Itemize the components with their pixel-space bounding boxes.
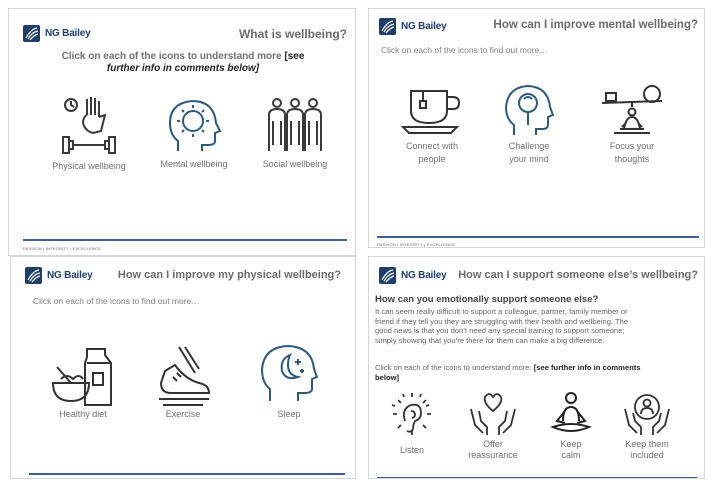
physical-wellbeing-item[interactable]: Physical wellbeing xyxy=(41,95,137,172)
dumbbell-hand-icon xyxy=(62,97,116,154)
item-label: Exercise xyxy=(165,409,201,419)
footer-rule xyxy=(377,477,697,478)
intro-bold-2: further info in comments below] xyxy=(106,63,260,74)
healthy-diet-item[interactable]: Healthy diet xyxy=(41,343,125,420)
item-label-line2: included xyxy=(630,450,664,460)
ng-bailey-logo: NG Bailey xyxy=(23,25,91,42)
mental-wellbeing-item[interactable]: Mental wellbeing xyxy=(149,95,239,170)
slide-intro: Click on each of the icons to find out m… xyxy=(381,45,548,55)
support-paragraph: It can seem really difficult to support … xyxy=(375,307,701,345)
offer-reassurance-item[interactable]: Offer reassurance xyxy=(457,391,529,461)
click-text: Click on each of the icons to understand… xyxy=(375,363,534,372)
support-heading: How can you emotionally support someone … xyxy=(375,294,599,305)
slide-intro: Click on each of the icons to understand… xyxy=(9,51,355,75)
keep-them-included-item[interactable]: Keep them included xyxy=(611,391,683,461)
ng-bailey-logo: NG Bailey xyxy=(379,267,447,284)
logo-mark-icon xyxy=(25,267,42,284)
slide-title: What is wellbeing? xyxy=(238,27,347,41)
footer-rule xyxy=(377,236,699,238)
logo-mark-icon xyxy=(379,267,396,284)
para-line: simply showing that you’re there for the… xyxy=(375,335,605,345)
slide-title: How can I improve my physical wellbeing? xyxy=(117,269,341,281)
item-label: Physical wellbeing xyxy=(52,161,126,171)
footer-rule xyxy=(23,239,347,241)
logo-mark-icon xyxy=(23,25,40,42)
connect-with-people-item[interactable]: Connect with people xyxy=(391,85,473,165)
item-label-line1: Offer xyxy=(483,439,503,449)
ng-bailey-logo: NG Bailey xyxy=(379,18,447,35)
click-bold: [see further info in comments xyxy=(533,363,641,372)
para-line: good news is that you don’t need any spe… xyxy=(375,326,625,336)
item-label: Social wellbeing xyxy=(262,159,328,169)
footer-tagline: PASSION | INTEGRITY | EXCELLENCE xyxy=(377,242,456,247)
exercise-item[interactable]: Exercise xyxy=(143,343,223,420)
ng-bailey-logo: NG Bailey xyxy=(25,267,93,284)
logo-mark-icon xyxy=(379,18,396,35)
item-label: Mental wellbeing xyxy=(160,159,228,169)
slide-what-is-wellbeing: NG Bailey What is wellbeing? Click on ea… xyxy=(8,8,356,256)
para-line: It can seem really difficult to support … xyxy=(375,307,628,316)
footer-rule xyxy=(29,473,345,475)
challenge-your-mind-item[interactable]: Challenge your mind xyxy=(493,83,565,165)
head-sun-icon xyxy=(168,99,222,151)
item-label-line1: Focus your xyxy=(609,141,655,151)
running-shoe-icon xyxy=(159,346,211,406)
item-label-line2: thoughts xyxy=(614,154,650,164)
head-moon-icon xyxy=(260,344,318,401)
head-magnifier-icon xyxy=(504,84,554,135)
tea-cup-icon xyxy=(401,90,461,134)
item-label-line2: your mind xyxy=(509,154,549,164)
meditating-person-icon xyxy=(550,392,592,432)
item-label-line2: reassurance xyxy=(468,450,518,460)
sleep-item[interactable]: Sleep xyxy=(253,343,325,420)
slide-title: How can I improve mental wellbeing? xyxy=(493,19,698,31)
keep-calm-item[interactable]: Keep calm xyxy=(541,391,601,461)
item-label-line2: people xyxy=(418,154,446,164)
hands-person-icon xyxy=(624,394,670,435)
logo-text: NG Bailey xyxy=(401,21,447,32)
item-label-line2: calm xyxy=(561,450,581,460)
slide-intro: Click on each of the icons to find out m… xyxy=(33,296,200,306)
slide-support-someone-else: NG Bailey How can I support someone else… xyxy=(368,256,705,479)
milk-bowl-icon xyxy=(51,348,112,406)
logo-text: NG Bailey xyxy=(47,270,93,281)
people-group-icon xyxy=(268,98,322,151)
slide-improve-physical-wellbeing: NG Bailey How can I improve my physical … xyxy=(10,256,356,479)
item-label-line1: Keep xyxy=(560,439,582,449)
para-line: friend if they tell you they are struggl… xyxy=(375,316,629,326)
footer-tagline: PASSION | INTEGRITY | EXCELLENCE xyxy=(23,246,102,251)
intro-text: Click on each of the icons to understand… xyxy=(61,51,285,62)
slide-title: How can I support someone else’s wellbei… xyxy=(458,269,698,281)
slide-improve-mental-wellbeing: NG Bailey How can I improve mental wellb… xyxy=(368,8,705,248)
hands-heart-icon xyxy=(470,393,516,435)
social-wellbeing-item[interactable]: Social wellbeing xyxy=(247,95,343,170)
item-label-line1: Connect with xyxy=(405,141,459,151)
meditation-balance-icon xyxy=(601,85,663,134)
item-label-line1: Keep them xyxy=(625,439,669,449)
logo-text: NG Bailey xyxy=(45,28,91,39)
click-instruction: Click on each of the icons to understand… xyxy=(375,363,701,382)
intro-bold: [see xyxy=(284,51,305,62)
item-label: Healthy diet xyxy=(59,409,107,419)
focus-your-thoughts-item[interactable]: Focus your thoughts xyxy=(591,85,673,165)
click-bold-2: below] xyxy=(375,372,400,382)
listen-item[interactable]: Listen xyxy=(379,391,445,456)
logo-text: NG Bailey xyxy=(401,270,447,281)
ear-icon xyxy=(391,393,431,435)
item-label-line1: Challenge xyxy=(508,141,550,151)
item-label: Sleep xyxy=(277,409,301,419)
item-label: Listen xyxy=(399,445,425,455)
